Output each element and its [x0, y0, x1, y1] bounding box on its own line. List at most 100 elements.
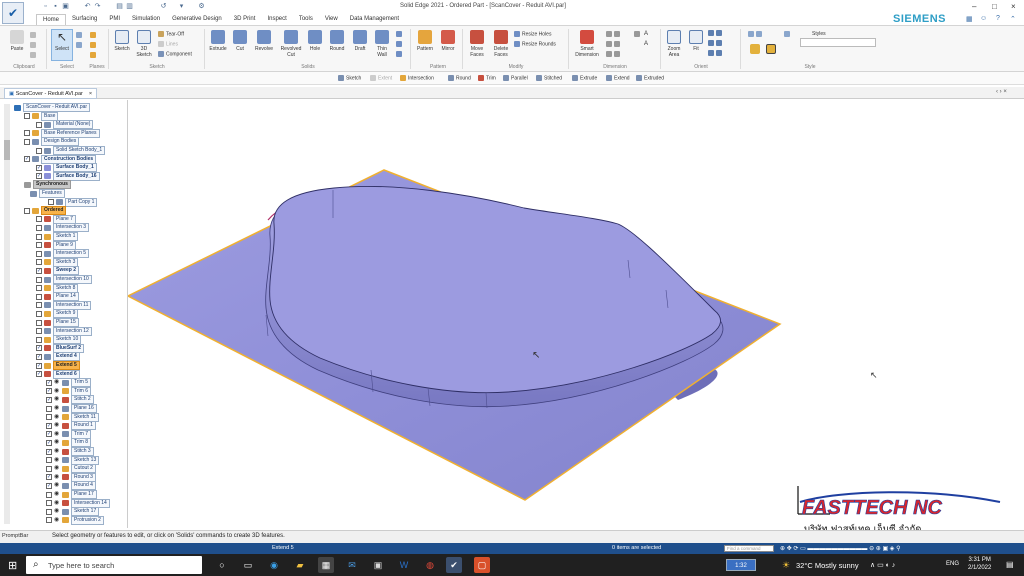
resize-rounds-button[interactable]: Resize Rounds: [514, 41, 556, 47]
tree-node[interactable]: ✓ ◉ Round 3: [46, 472, 96, 482]
notifications-icon[interactable]: ▤: [1006, 560, 1014, 569]
tree-node[interactable]: ✓ ◉ Trim 7: [46, 429, 91, 439]
tree-node-checkbox[interactable]: [36, 250, 42, 257]
tree-node[interactable]: Plane 7: [36, 214, 76, 224]
visibility-eye-icon[interactable]: ◉: [54, 465, 60, 471]
fit-button[interactable]: Fit: [688, 30, 704, 52]
print-icon[interactable]: ▤: [116, 3, 123, 10]
extrude-button[interactable]: Extrude: [208, 30, 228, 52]
cmd-extrude[interactable]: Extrude: [572, 75, 597, 81]
cmd-extruded[interactable]: Extruded: [636, 75, 664, 81]
tree-node-checkbox[interactable]: [36, 293, 42, 300]
view-style-1-icon[interactable]: [748, 31, 764, 37]
tree-node[interactable]: ◉ Sketch 17: [46, 507, 100, 517]
help-icon[interactable]: ?: [996, 15, 1000, 22]
language-indicator[interactable]: ENG: [946, 561, 959, 567]
revolve-button[interactable]: Revolve: [252, 30, 276, 52]
tree-node[interactable]: Ordered: [24, 206, 67, 216]
tree-node[interactable]: ✓ ◉ Trim 6: [46, 386, 91, 396]
tree-node-checkbox[interactable]: [36, 147, 42, 154]
tree-node-checkbox[interactable]: ✓: [46, 379, 52, 386]
zoom-icon[interactable]: [708, 30, 724, 36]
tree-scrollbar[interactable]: [4, 104, 10, 524]
tree-node-checkbox[interactable]: ✓: [46, 448, 52, 455]
tree-node[interactable]: Features: [30, 189, 65, 198]
tree-node-checkbox[interactable]: [36, 319, 42, 326]
ribbon-minimize-icon[interactable]: ⌃: [1010, 15, 1016, 23]
revolved-cut-button[interactable]: Revolved Cut: [278, 30, 304, 58]
tree-node[interactable]: Sketch 1: [36, 232, 79, 241]
visibility-eye-icon[interactable]: ◉: [54, 431, 60, 437]
tree-node-checkbox[interactable]: [24, 113, 30, 120]
tree-node-checkbox[interactable]: [36, 216, 42, 223]
tree-node[interactable]: Intersection 10: [36, 275, 92, 284]
tree-node[interactable]: Part Copy 1: [48, 197, 98, 207]
visibility-eye-icon[interactable]: ◉: [54, 379, 60, 385]
tree-node[interactable]: ✓ Extend 6: [36, 369, 80, 379]
file-explorer-icon[interactable]: ▰: [292, 557, 308, 573]
tree-node-checkbox[interactable]: [46, 500, 52, 507]
tree-node[interactable]: Sketch 10: [36, 335, 82, 345]
styles-dropdown[interactable]: [800, 38, 876, 47]
tree-node-checkbox[interactable]: [24, 138, 30, 145]
plane-angled-icon[interactable]: [90, 42, 98, 48]
tree-node[interactable]: Base: [24, 111, 59, 121]
maximize-icon[interactable]: □: [992, 2, 997, 11]
document-tab[interactable]: ▣ ScanCover - Reduit AVI.par ×: [4, 88, 98, 99]
tree-node[interactable]: Solid Sketch Body_1: [36, 146, 106, 155]
tree-node[interactable]: Intersection 12: [36, 326, 92, 336]
tree-node[interactable]: Base Reference Planes: [24, 128, 100, 138]
cmd-extent[interactable]: Extent: [370, 75, 392, 81]
tree-node[interactable]: Plane 15: [36, 318, 79, 327]
solids-more-2-icon[interactable]: [396, 41, 404, 47]
cmd-stitched[interactable]: Stitched: [536, 75, 562, 81]
command-finder-input[interactable]: Find a command: [724, 545, 774, 552]
tree-node[interactable]: Intersection 5: [36, 249, 90, 259]
tree-node-checkbox[interactable]: ✓: [46, 439, 52, 446]
tree-node[interactable]: ◉ Cutout 2: [46, 464, 96, 474]
paste-button[interactable]: Paste: [6, 30, 28, 52]
visibility-eye-icon[interactable]: ◉: [54, 388, 60, 394]
cmd-extend[interactable]: Extend: [606, 75, 630, 81]
tree-node[interactable]: ✓ ◉ Trim 8: [46, 438, 91, 448]
dimension-tool-3-icon[interactable]: [606, 51, 622, 57]
visibility-eye-icon[interactable]: ◉: [54, 396, 60, 402]
visibility-eye-icon[interactable]: ◉: [54, 457, 60, 463]
tree-node-checkbox[interactable]: [46, 491, 52, 498]
tab-close-icon[interactable]: ×: [89, 91, 92, 97]
tree-node[interactable]: ✓ ◉ Stitch 2: [46, 395, 94, 405]
dimension-tool-2-icon[interactable]: [606, 41, 622, 47]
tree-node[interactable]: Material (None): [36, 120, 94, 130]
customize-icon[interactable]: ▾: [178, 3, 185, 10]
tree-node-checkbox[interactable]: [36, 328, 42, 335]
task-view-icon[interactable]: ▭: [240, 557, 256, 573]
3d-sketch-button[interactable]: 3D Sketch: [134, 30, 154, 58]
calendar-app-icon[interactable]: ▦: [318, 557, 334, 573]
tree-node-checkbox[interactable]: [36, 242, 42, 249]
tree-node[interactable]: Sketch 8: [36, 283, 79, 293]
delete-faces-button[interactable]: Delete Faces: [490, 30, 512, 58]
tree-node-checkbox[interactable]: ✓: [46, 396, 52, 403]
layout-icon[interactable]: ▦: [966, 15, 973, 23]
tree-node-checkbox[interactable]: [46, 517, 52, 524]
tree-node[interactable]: ✓ BlueSurf 2: [36, 343, 85, 353]
start-icon[interactable]: ⊞: [8, 559, 17, 572]
redo-icon[interactable]: ↷: [94, 3, 101, 10]
tree-node-checkbox[interactable]: [24, 207, 30, 214]
solid-edge-taskbar-icon[interactable]: ✔: [446, 557, 462, 573]
pan-icon[interactable]: [708, 40, 724, 46]
visibility-eye-icon[interactable]: ◉: [54, 474, 60, 480]
tree-node[interactable]: ◉ Protrusion 2: [46, 515, 104, 525]
tree-node-checkbox[interactable]: [48, 199, 54, 206]
close-icon[interactable]: ×: [1011, 2, 1016, 11]
tree-node-checkbox[interactable]: [36, 302, 42, 309]
solids-more-3-icon[interactable]: [396, 51, 404, 57]
user-icon[interactable]: ☺: [980, 15, 987, 22]
cmd-parallel[interactable]: Parallel: [503, 75, 528, 81]
copy-icon[interactable]: ▥: [126, 3, 133, 10]
tree-node-checkbox[interactable]: ✓: [46, 482, 52, 489]
sketch-button[interactable]: Sketch: [112, 30, 132, 52]
text-style-icon[interactable]: A: [644, 31, 648, 37]
visibility-eye-icon[interactable]: ◉: [54, 482, 60, 488]
hole-button[interactable]: Hole: [306, 30, 324, 52]
